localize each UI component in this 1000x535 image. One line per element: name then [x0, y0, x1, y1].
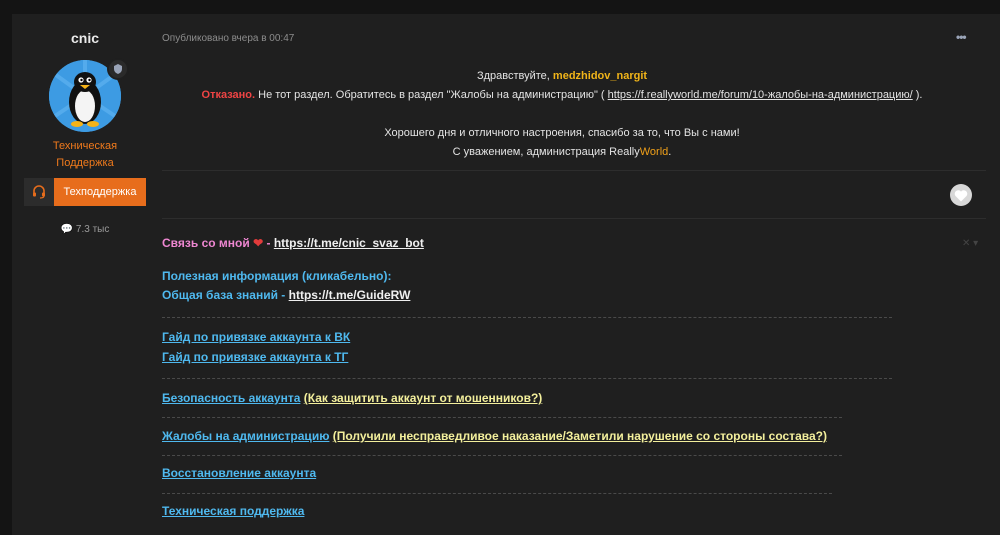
regards-line: С уважением, администрация ReallyWorld.: [162, 143, 962, 162]
wish-line: Хорошего дня и отличного настроения, спа…: [384, 127, 740, 139]
verdict: Отказано.: [201, 89, 256, 101]
greeting-line: Здравствуйте, medzhidov_nargit: [162, 67, 962, 86]
complaints-link[interactable]: Жалобы на администрацию: [162, 429, 329, 443]
post-date[interactable]: Опубликовано вчера в 00:47: [162, 33, 294, 44]
dashed-divider: [162, 493, 832, 494]
knowledge-base-label: Общая база знаний -: [162, 288, 286, 302]
contact-label: Связь со мной: [162, 236, 250, 250]
headset-icon: [24, 178, 54, 206]
heart-icon: ❤: [253, 236, 264, 250]
contact-line: Связь со мной ❤ - https://t.me/cnic_svaz…: [162, 236, 424, 250]
guide-tg-link[interactable]: Гайд по привязке аккаунта к ТГ: [162, 350, 348, 364]
shield-icon: [107, 58, 129, 80]
contact-link[interactable]: https://t.me/cnic_svaz_bot: [274, 236, 424, 250]
complaints-forum-link[interactable]: https://f.reallyworld.me/forum/10-жалобы…: [608, 89, 913, 101]
dashed-divider: [162, 417, 842, 418]
user-title-line1: Техническая: [52, 140, 118, 152]
more-options-icon[interactable]: •••: [956, 30, 967, 44]
divider: [162, 170, 986, 171]
comment-icon: 💬: [60, 224, 74, 235]
user-title-line2: Поддержка: [56, 157, 114, 169]
username[interactable]: cnic: [12, 30, 158, 46]
knowledge-base-link[interactable]: https://t.me/GuideRW: [289, 288, 411, 302]
post-container: cnic Техническая Поддержка Техподдержка …: [12, 14, 1000, 535]
contact-dash: -: [266, 236, 271, 250]
verdict-reason-end: ).: [915, 89, 923, 101]
useful-info-heading: Полезная информация (кликабельно):: [162, 269, 392, 283]
dashed-divider: [162, 455, 842, 456]
post-body: Здравствуйте, medzhidov_nargit Отказано.…: [162, 67, 962, 162]
support-link[interactable]: Техническая поддержка: [162, 504, 304, 518]
security-link[interactable]: Безопасность аккаунта: [162, 391, 300, 405]
guide-vk-link[interactable]: Гайд по привязке аккаунта к ВК: [162, 330, 350, 344]
complaints-line: Жалобы на администрацию (Получили неспра…: [162, 429, 827, 443]
complaints-note[interactable]: (Получили несправедливое наказание/Замет…: [333, 429, 827, 443]
verdict-reason: Не тот раздел. Обратитесь в раздел "Жало…: [258, 89, 605, 101]
banner-label: Техподдержка: [54, 178, 146, 206]
regards-end: .: [668, 146, 672, 158]
dashed-divider: [162, 378, 892, 379]
like-button[interactable]: [950, 184, 972, 206]
collapse-signature-icon[interactable]: ✕ ▾: [962, 238, 978, 249]
divider: [162, 218, 986, 219]
regards-brand: World: [639, 146, 669, 158]
user-title: Техническая Поддержка: [12, 138, 158, 172]
verdict-line: Отказано. Не тот раздел. Обратитесь в ра…: [162, 86, 962, 105]
knowledge-base-line: Общая база знаний - https://t.me/GuideRW: [162, 288, 410, 302]
heart-icon: [954, 189, 968, 201]
addressee-nick: medzhidov_nargit: [552, 70, 648, 82]
security-note[interactable]: (Как защитить аккаунт от мошенников?): [304, 391, 543, 405]
message-count-value: 7.3 тыс: [75, 224, 110, 235]
greeting: Здравствуйте,: [476, 70, 550, 82]
regards: С уважением, администрация Really: [452, 146, 640, 158]
message-count: 💬 7.3 тыс: [12, 224, 158, 235]
recovery-link[interactable]: Восстановление аккаунта: [162, 466, 316, 480]
dashed-divider: [162, 317, 892, 318]
user-banner: Техподдержка: [24, 178, 146, 206]
security-line: Безопасность аккаунта (Как защитить акка…: [162, 391, 542, 405]
